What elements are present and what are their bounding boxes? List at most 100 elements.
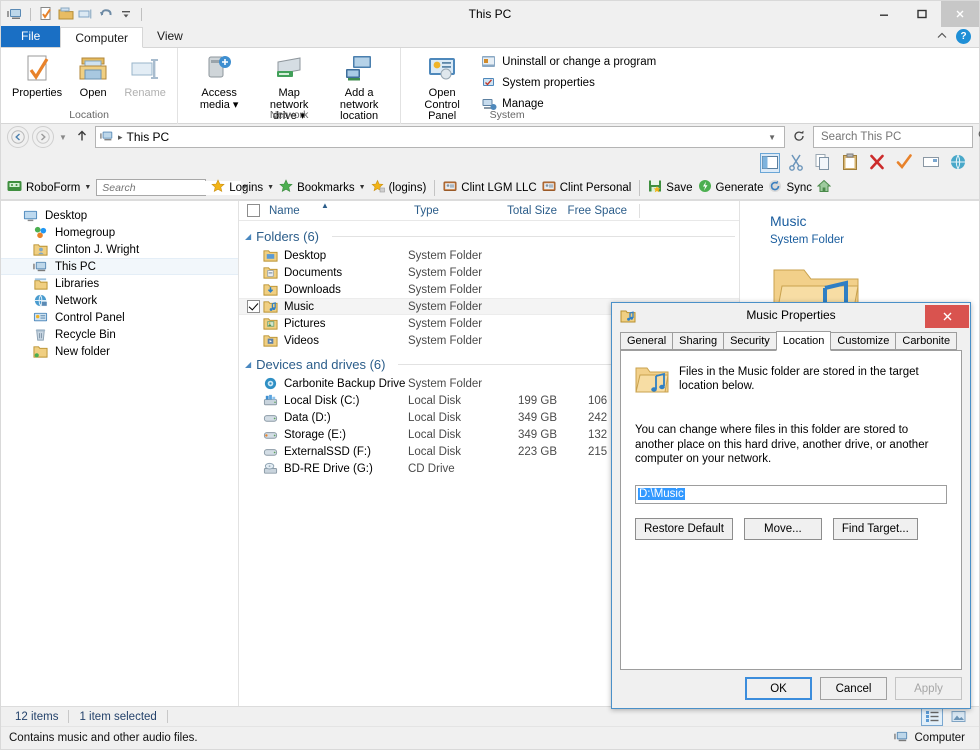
column-header-free-space[interactable]: Free Space xyxy=(563,205,633,217)
identity-clint-lgm[interactable]: Clint LGM LLC xyxy=(443,179,537,196)
help-icon[interactable]: ? xyxy=(956,29,971,44)
chevron-down-icon[interactable]: ▼ xyxy=(359,184,366,191)
roboform-save-button[interactable]: Save xyxy=(648,179,693,196)
copy-icon[interactable] xyxy=(814,153,834,173)
table-row[interactable]: Documents System Folder xyxy=(239,264,739,281)
apply-button[interactable]: Apply xyxy=(895,677,962,700)
group-header-folders[interactable]: ◢ Folders (6) xyxy=(239,225,739,247)
restore-default-button[interactable]: Restore Default xyxy=(635,517,733,540)
dialog-tab-strip[interactable]: General Sharing Security Location Custom… xyxy=(620,331,962,351)
collapse-triangle-icon[interactable]: ◢ xyxy=(245,232,251,241)
properties-button[interactable]: Properties xyxy=(7,51,67,102)
up-button[interactable] xyxy=(72,129,92,146)
location-path-input[interactable]: D:\Music xyxy=(635,484,947,504)
dialog-close-button[interactable] xyxy=(925,304,969,328)
tab-sharing[interactable]: Sharing xyxy=(672,332,725,350)
roboform-home-button[interactable] xyxy=(816,179,832,196)
details-view-button[interactable] xyxy=(921,707,943,726)
ribbon-tab-strip[interactable]: File Computer View ? xyxy=(1,26,979,48)
search-input[interactable] xyxy=(819,130,977,144)
rename-icon[interactable] xyxy=(78,6,94,22)
identity-clint-personal[interactable]: Clint Personal xyxy=(542,179,631,196)
column-header-total-size[interactable]: Total Size xyxy=(493,205,563,217)
paste-icon[interactable] xyxy=(841,153,861,173)
customize-qat-icon[interactable] xyxy=(118,6,134,22)
check-icon[interactable] xyxy=(895,153,915,173)
forward-button[interactable] xyxy=(32,126,54,148)
ribbon-right-controls[interactable]: ? xyxy=(936,26,979,47)
roboform-bookmarks-menu[interactable]: Bookmarks ▼ xyxy=(279,179,366,196)
ok-button[interactable]: OK xyxy=(745,677,812,700)
chevron-up-icon[interactable] xyxy=(936,30,948,44)
open-folder-icon[interactable] xyxy=(58,6,74,22)
command-icon-strip[interactable] xyxy=(1,150,979,176)
window-controls[interactable] xyxy=(865,1,979,27)
find-target-button[interactable]: Find Target... xyxy=(832,517,918,540)
row-checkbox[interactable] xyxy=(247,300,260,313)
select-all-checkbox[interactable] xyxy=(247,204,260,217)
nav-item-new-folder[interactable]: New folder xyxy=(1,343,238,360)
move-button[interactable]: Move... xyxy=(743,517,822,540)
globe-icon[interactable] xyxy=(949,153,969,173)
tab-computer[interactable]: Computer xyxy=(60,27,144,48)
collapse-triangle-icon[interactable]: ◢ xyxy=(245,360,251,369)
close-button[interactable] xyxy=(941,1,979,27)
access-media-button[interactable]: Access media ▾ xyxy=(184,51,254,113)
nav-item-this-pc[interactable]: This PC xyxy=(1,258,238,275)
cut-icon[interactable] xyxy=(787,153,807,173)
large-icons-view-button[interactable] xyxy=(947,708,969,726)
rename-icon[interactable] xyxy=(922,153,942,173)
tab-customize[interactable]: Customize xyxy=(830,332,897,350)
rename-button[interactable]: Rename xyxy=(119,51,171,102)
nav-item-libraries[interactable]: Libraries xyxy=(1,275,238,292)
minimize-button[interactable] xyxy=(865,1,903,27)
maximize-button[interactable] xyxy=(903,1,941,27)
tab-general[interactable]: General xyxy=(620,332,674,350)
cancel-button[interactable]: Cancel xyxy=(820,677,887,700)
column-header-type[interactable]: Type xyxy=(408,205,493,217)
system-small-buttons: Uninstall or change a program System pro… xyxy=(477,51,660,113)
undo-icon[interactable] xyxy=(98,6,114,22)
nav-item-homegroup[interactable]: Homegroup xyxy=(1,224,238,241)
refresh-button[interactable] xyxy=(788,129,810,146)
uninstall-program-button[interactable]: Uninstall or change a program xyxy=(477,53,660,71)
chevron-down-icon[interactable]: ▼ xyxy=(84,184,91,191)
tab-location[interactable]: Location xyxy=(775,331,832,351)
roboform-generate-button[interactable]: Generate xyxy=(698,179,763,196)
nav-item-control-panel[interactable]: Control Panel xyxy=(1,309,238,326)
chevron-down-icon[interactable]: ▼ xyxy=(267,184,274,191)
quick-access-toolbar[interactable] xyxy=(1,1,145,27)
roboform-search-box[interactable]: ▼ xyxy=(96,179,248,196)
delete-icon[interactable] xyxy=(868,153,888,173)
navigation-pane[interactable]: Desktop Homegroup Clinton J. Wright This… xyxy=(1,201,239,706)
roboform-menu[interactable]: RoboForm ▼ xyxy=(7,179,91,197)
roboform-toolbar[interactable]: RoboForm ▼ ▼ Logins ▼ Bookmarks ▼ (login… xyxy=(1,176,979,200)
logins-label: Logins xyxy=(229,181,264,194)
roboform-sync-button[interactable]: Sync xyxy=(768,179,812,196)
nav-item-clinton-j-wright[interactable]: Clinton J. Wright xyxy=(1,241,238,258)
open-button[interactable]: Open xyxy=(67,51,119,102)
nav-item-network[interactable]: Network xyxy=(1,292,238,309)
tab-carbonite[interactable]: Carbonite xyxy=(895,332,958,350)
back-button[interactable] xyxy=(7,126,29,148)
history-dropdown-icon[interactable]: ▼ xyxy=(57,133,69,142)
tab-security[interactable]: Security xyxy=(723,332,777,350)
system-properties-button[interactable]: System properties xyxy=(477,74,660,92)
breadcrumb[interactable]: ▸ This PC ▼ xyxy=(95,126,785,148)
view-buttons[interactable] xyxy=(921,707,979,726)
tab-file[interactable]: File xyxy=(1,26,61,47)
nav-item-desktop[interactable]: Desktop xyxy=(1,207,238,224)
roboform-logins-group[interactable]: (logins) xyxy=(371,179,426,196)
breadcrumb-dropdown-icon[interactable]: ▼ xyxy=(768,133,780,142)
this-pc-icon[interactable] xyxy=(7,6,23,22)
column-header-name[interactable]: Name ▲ xyxy=(263,201,408,217)
table-row[interactable]: Downloads System Folder xyxy=(239,281,739,298)
preview-pane-toggle-icon[interactable] xyxy=(760,153,780,173)
properties-icon[interactable] xyxy=(38,6,54,22)
tab-view[interactable]: View xyxy=(143,26,197,47)
roboform-logins-menu[interactable]: Logins ▼ xyxy=(211,179,274,196)
search-box[interactable] xyxy=(813,126,980,148)
table-row[interactable]: Desktop System Folder xyxy=(239,247,739,264)
column-header-row[interactable]: Name ▲ Type Total Size Free Space xyxy=(239,201,739,221)
nav-item-recycle-bin[interactable]: Recycle Bin xyxy=(1,326,238,343)
